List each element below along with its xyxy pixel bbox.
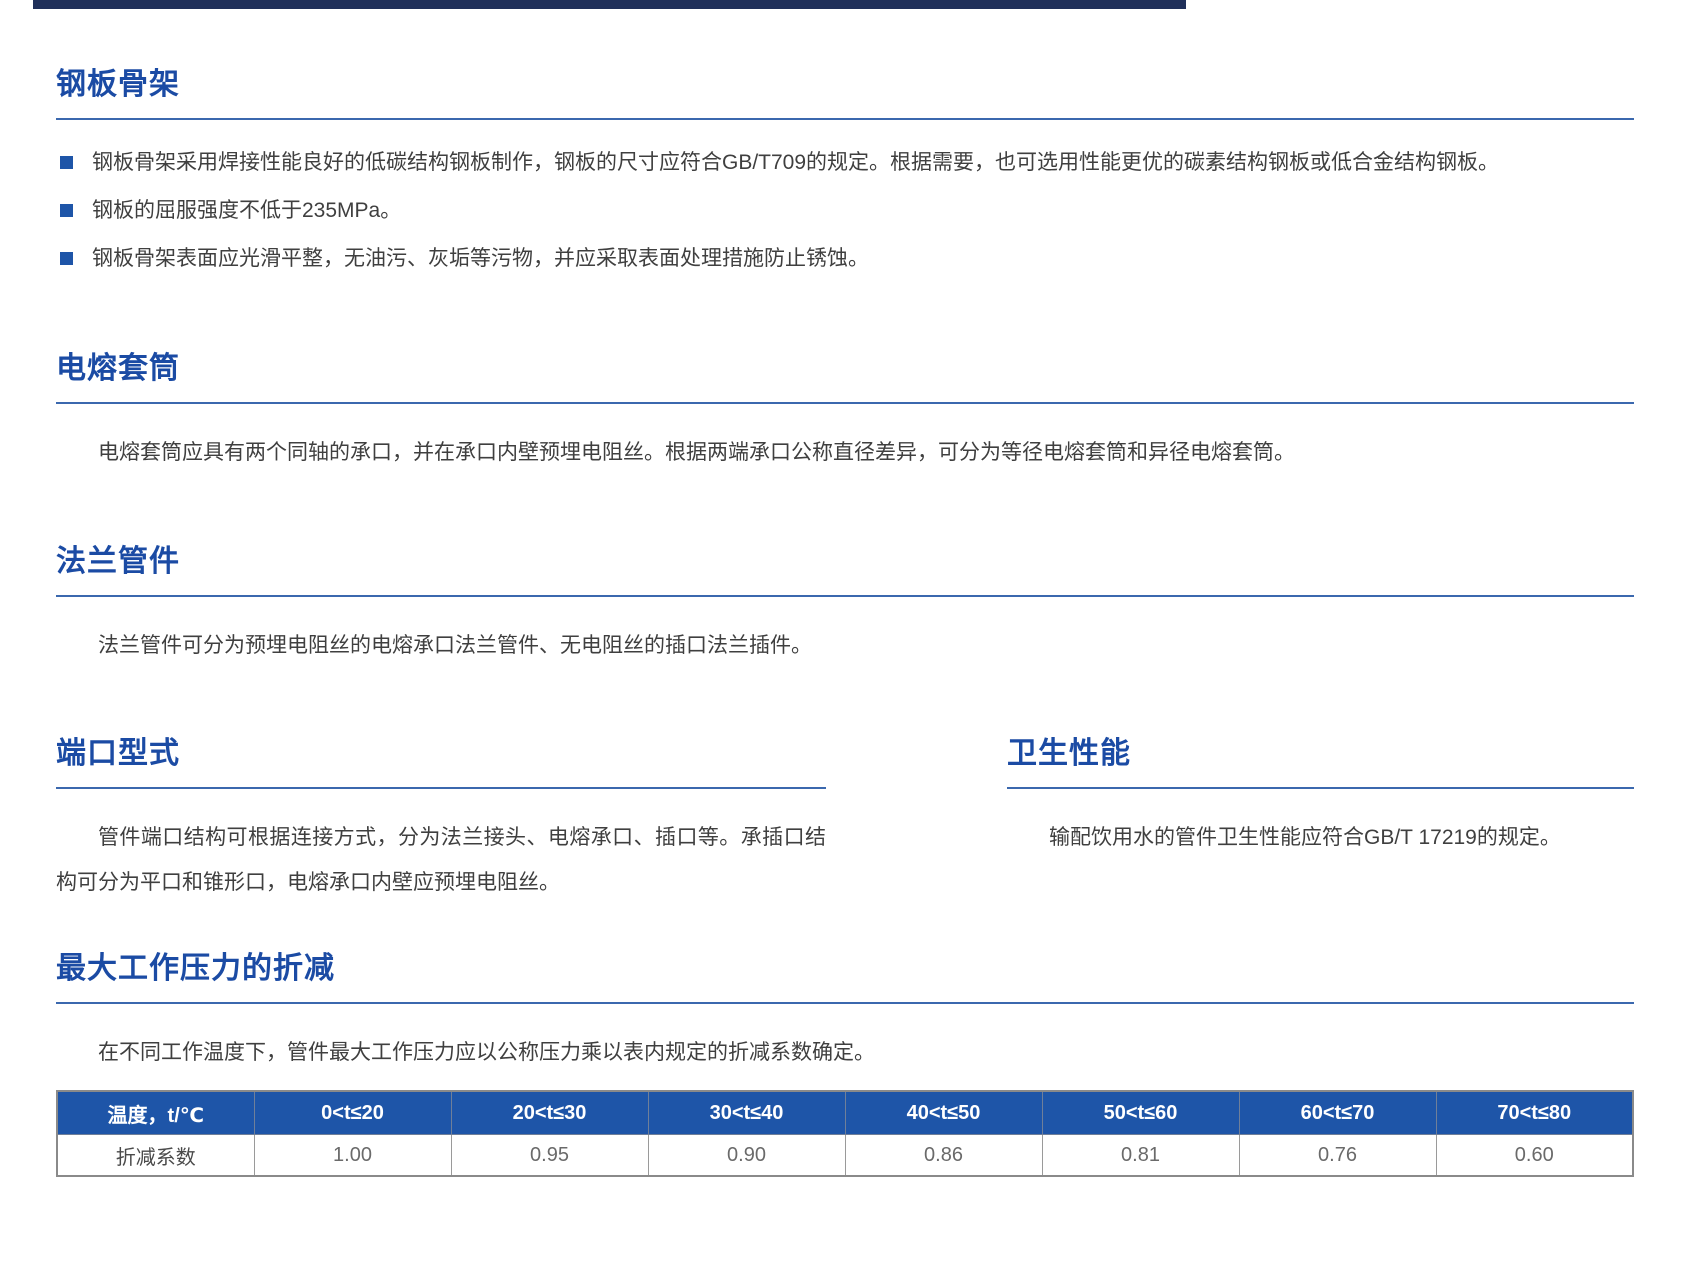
- table-value-cell: 1.00: [254, 1135, 451, 1177]
- section-steel-plate-frame: 钢板骨架 钢板骨架采用焊接性能良好的低碳结构钢板制作，钢板的尺寸应符合GB/T7…: [56, 66, 1634, 294]
- table-data-row: 折减系数 1.00 0.95 0.90 0.86 0.81 0.76 0.60: [57, 1135, 1633, 1177]
- table-value-cell: 0.81: [1042, 1135, 1239, 1177]
- steel-plate-bullet-list: 钢板骨架采用焊接性能良好的低碳结构钢板制作，钢板的尺寸应符合GB/T709的规定…: [56, 150, 1634, 272]
- section-title-pressure-reduction: 最大工作压力的折减: [56, 950, 1634, 988]
- section-two-columns: 端口型式 管件端口结构可根据连接方式，分为法兰接头、电熔承口、插口等。承插口结构…: [56, 735, 1634, 905]
- table-value-cell: 0.60: [1436, 1135, 1633, 1177]
- section-title-electrofusion-sleeve: 电熔套筒: [56, 350, 1634, 388]
- table-header-cell: 60<t≤70: [1239, 1091, 1436, 1135]
- section-paragraph: 在不同工作温度下，管件最大工作压力应以公称压力乘以表内规定的折减系数确定。: [56, 1040, 1634, 1066]
- table-value-cell: 0.86: [845, 1135, 1042, 1177]
- table-corner-header: 温度，t/℃: [57, 1091, 254, 1135]
- square-bullet-icon: [60, 156, 73, 169]
- top-accent-bar: [33, 0, 1186, 9]
- section-paragraph: 管件端口结构可根据连接方式，分为法兰接头、电熔承口、插口等。承插口结构可分为平口…: [56, 815, 826, 905]
- bullet-text: 钢板骨架表面应光滑平整，无油污、灰垢等污物，并应采取表面处理措施防止锈蚀。: [92, 247, 869, 270]
- section-divider: [1007, 787, 1634, 789]
- section-hygiene: 卫生性能 输配饮用水的管件卫生性能应符合GB/T 17219的规定。: [1007, 735, 1634, 851]
- table-header-cell: 50<t≤60: [1042, 1091, 1239, 1135]
- table-header-cell: 70<t≤80: [1436, 1091, 1633, 1135]
- table-header-cell: 0<t≤20: [254, 1091, 451, 1135]
- section-divider: [56, 1002, 1634, 1004]
- section-title-port-type: 端口型式: [56, 735, 826, 773]
- section-divider: [56, 402, 1634, 404]
- section-title-hygiene: 卫生性能: [1007, 735, 1634, 773]
- section-paragraph: 输配饮用水的管件卫生性能应符合GB/T 17219的规定。: [1007, 825, 1634, 851]
- section-flange-fittings: 法兰管件 法兰管件可分为预埋电阻丝的电熔承口法兰管件、无电阻丝的插口法兰插件。: [56, 543, 1634, 659]
- pressure-reduction-table: 温度，t/℃ 0<t≤20 20<t≤30 30<t≤40 40<t≤50 50…: [56, 1090, 1634, 1177]
- section-paragraph: 电熔套筒应具有两个同轴的承口，并在承口内壁预埋电阻丝。根据两端承口公称直径差异，…: [56, 440, 1634, 466]
- table-row-label: 折减系数: [57, 1135, 254, 1177]
- table-value-cell: 0.95: [451, 1135, 648, 1177]
- section-divider: [56, 787, 826, 789]
- bullet-text: 钢板骨架采用焊接性能良好的低碳结构钢板制作，钢板的尺寸应符合GB/T709的规定…: [92, 151, 1499, 174]
- table-header-cell: 40<t≤50: [845, 1091, 1042, 1135]
- table-value-cell: 0.90: [648, 1135, 845, 1177]
- bullet-item: 钢板骨架采用焊接性能良好的低碳结构钢板制作，钢板的尺寸应符合GB/T709的规定…: [56, 150, 1634, 176]
- table-header-row: 温度，t/℃ 0<t≤20 20<t≤30 30<t≤40 40<t≤50 50…: [57, 1091, 1633, 1135]
- table-header-cell: 30<t≤40: [648, 1091, 845, 1135]
- square-bullet-icon: [60, 204, 73, 217]
- section-title-steel-plate-frame: 钢板骨架: [56, 66, 1634, 104]
- square-bullet-icon: [60, 252, 73, 265]
- table-value-cell: 0.76: [1239, 1135, 1436, 1177]
- section-port-type: 端口型式 管件端口结构可根据连接方式，分为法兰接头、电熔承口、插口等。承插口结构…: [56, 735, 826, 905]
- section-electrofusion-sleeve: 电熔套筒 电熔套筒应具有两个同轴的承口，并在承口内壁预埋电阻丝。根据两端承口公称…: [56, 350, 1634, 466]
- section-title-flange-fittings: 法兰管件: [56, 543, 1634, 581]
- bullet-text: 钢板的屈服强度不低于235MPa。: [92, 199, 401, 222]
- bullet-item: 钢板骨架表面应光滑平整，无油污、灰垢等污物，并应采取表面处理措施防止锈蚀。: [56, 246, 1634, 272]
- section-divider: [56, 595, 1634, 597]
- section-divider: [56, 118, 1634, 120]
- section-paragraph: 法兰管件可分为预埋电阻丝的电熔承口法兰管件、无电阻丝的插口法兰插件。: [56, 633, 1634, 659]
- bullet-item: 钢板的屈服强度不低于235MPa。: [56, 198, 1634, 224]
- table-header-cell: 20<t≤30: [451, 1091, 648, 1135]
- section-pressure-reduction: 最大工作压力的折减 在不同工作温度下，管件最大工作压力应以公称压力乘以表内规定的…: [56, 950, 1634, 1177]
